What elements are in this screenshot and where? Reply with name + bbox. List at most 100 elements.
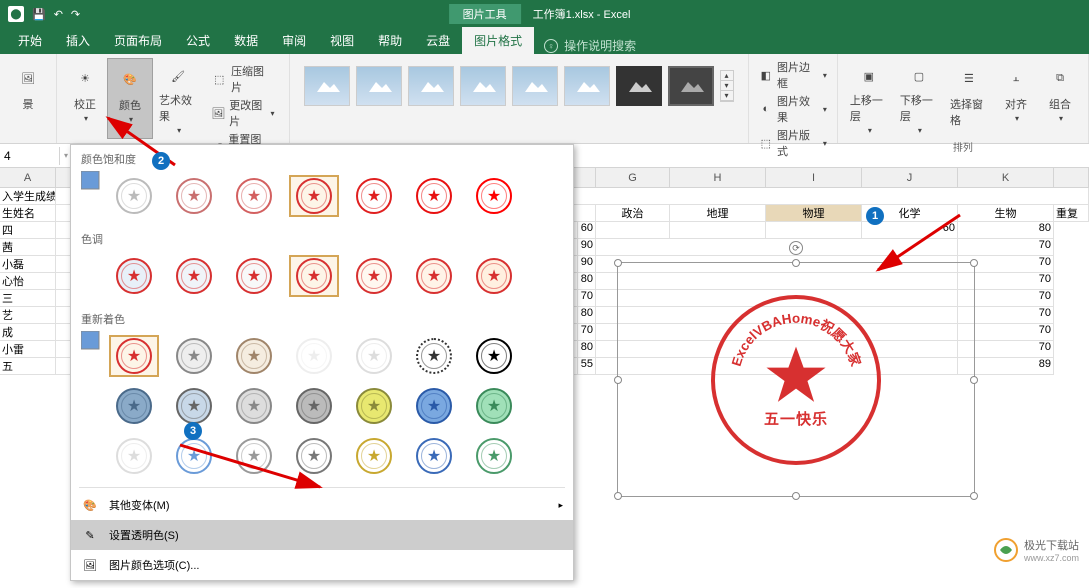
color-option[interactable]: ★ bbox=[289, 335, 339, 377]
color-option[interactable]: ★ bbox=[109, 255, 159, 297]
color-option[interactable]: ★ bbox=[409, 385, 459, 427]
set-transparent-item[interactable]: ✎ 设置透明色(S) bbox=[71, 520, 573, 550]
style-thumb[interactable] bbox=[564, 66, 610, 106]
style-thumb[interactable] bbox=[460, 66, 506, 106]
pic-layout-button[interactable]: ⬚图片版式▾ bbox=[755, 126, 831, 160]
tab-view[interactable]: 视图 bbox=[318, 27, 366, 54]
cell[interactable]: 生物 bbox=[958, 205, 1054, 222]
color-option[interactable]: ★ bbox=[349, 255, 399, 297]
pic-effects-button[interactable]: ◐图片效果▾ bbox=[755, 92, 831, 126]
color-options-item[interactable]: 🖼 图片颜色选项(C)... bbox=[71, 550, 573, 580]
corrections-button[interactable]: ☀ 校正 ▾ bbox=[63, 58, 107, 139]
color-option[interactable]: ★ bbox=[349, 335, 399, 377]
autosave-icon[interactable]: ⬤ bbox=[8, 6, 24, 22]
remove-bg-button[interactable]: 🖼 景 bbox=[6, 58, 50, 139]
gallery-more-button[interactable]: ▴▾▾ bbox=[720, 70, 734, 102]
cell[interactable]: 生姓名 bbox=[0, 205, 56, 222]
group-button[interactable]: ⧉组合▾ bbox=[1038, 58, 1082, 139]
selected-image[interactable]: ⟳ ExcelVBAHome祝愿大家 五一快乐 bbox=[617, 262, 975, 497]
style-thumb[interactable] bbox=[512, 66, 558, 106]
color-option-selected[interactable]: ★ bbox=[289, 175, 339, 217]
color-option[interactable]: ★ bbox=[169, 255, 219, 297]
col-header[interactable]: J bbox=[862, 168, 958, 188]
artistic-button[interactable]: 🖌 艺术效果 ▾ bbox=[153, 58, 203, 139]
color-option[interactable]: ★ bbox=[109, 385, 159, 427]
bring-forward-button[interactable]: ▣上移一层▾ bbox=[844, 58, 894, 139]
color-option[interactable]: ★ bbox=[169, 385, 219, 427]
tab-help[interactable]: 帮助 bbox=[366, 27, 414, 54]
color-option[interactable]: ★ bbox=[469, 385, 519, 427]
color-option[interactable]: ★ bbox=[409, 175, 459, 217]
color-option[interactable]: ★ bbox=[289, 385, 339, 427]
redo-icon[interactable]: ↷ bbox=[71, 8, 80, 21]
resize-handle[interactable] bbox=[614, 492, 622, 500]
color-option[interactable]: ★ bbox=[349, 435, 399, 477]
resize-handle[interactable] bbox=[614, 259, 622, 267]
style-thumb[interactable] bbox=[356, 66, 402, 106]
color-option[interactable]: ★ bbox=[229, 255, 279, 297]
tab-cloud[interactable]: 云盘 bbox=[414, 27, 462, 54]
resize-handle[interactable] bbox=[970, 492, 978, 500]
cell[interactable]: 入学生成绩 bbox=[0, 188, 56, 205]
style-thumb[interactable] bbox=[668, 66, 714, 106]
color-option-selected[interactable]: ★ bbox=[289, 255, 339, 297]
tab-data[interactable]: 数据 bbox=[222, 27, 270, 54]
color-option[interactable]: ★ bbox=[289, 435, 339, 477]
color-option-selected[interactable]: ★ bbox=[109, 335, 159, 377]
style-thumb[interactable] bbox=[616, 66, 662, 106]
resize-handle[interactable] bbox=[970, 376, 978, 384]
color-option[interactable]: ★ bbox=[349, 385, 399, 427]
color-option[interactable]: ★ bbox=[469, 255, 519, 297]
color-option[interactable]: ★ bbox=[169, 175, 219, 217]
color-option[interactable]: ★ bbox=[229, 175, 279, 217]
cell[interactable]: 重复 bbox=[1054, 205, 1089, 222]
style-thumb[interactable] bbox=[304, 66, 350, 106]
picture-styles-gallery[interactable]: ▴▾▾ bbox=[296, 58, 742, 114]
resize-handle[interactable] bbox=[792, 492, 800, 500]
tab-home[interactable]: 开始 bbox=[6, 27, 54, 54]
col-header[interactable]: I bbox=[766, 168, 862, 188]
color-option[interactable]: ★ bbox=[229, 435, 279, 477]
color-option[interactable]: ★ bbox=[469, 175, 519, 217]
color-option[interactable]: ★ bbox=[409, 435, 459, 477]
save-icon[interactable]: 💾 bbox=[32, 8, 46, 21]
resize-handle[interactable] bbox=[614, 376, 622, 384]
color-option[interactable]: ★ bbox=[349, 175, 399, 217]
col-header[interactable]: G bbox=[596, 168, 670, 188]
style-thumb[interactable] bbox=[408, 66, 454, 106]
col-header[interactable]: A bbox=[0, 168, 56, 188]
color-option[interactable]: ★ bbox=[229, 335, 279, 377]
change-pic-button[interactable]: 🖼更改图片▾ bbox=[207, 96, 278, 130]
color-option[interactable]: ★ bbox=[469, 335, 519, 377]
tab-layout[interactable]: 页面布局 bbox=[102, 27, 174, 54]
rotate-handle[interactable]: ⟳ bbox=[789, 241, 803, 255]
col-header[interactable]: K bbox=[958, 168, 1054, 188]
color-option[interactable]: ★ bbox=[169, 435, 219, 477]
pic-border-button[interactable]: ◧图片边框▾ bbox=[755, 58, 831, 92]
selection-pane-button[interactable]: ☰选择窗格 bbox=[944, 58, 994, 139]
tab-insert[interactable]: 插入 bbox=[54, 27, 102, 54]
undo-icon[interactable]: ↶ bbox=[54, 8, 63, 21]
resize-handle[interactable] bbox=[970, 259, 978, 267]
cell[interactable]: 政治 bbox=[596, 205, 670, 222]
color-button[interactable]: 🎨 颜色 ▾ bbox=[107, 58, 153, 139]
col-header[interactable] bbox=[1054, 168, 1089, 188]
name-box[interactable]: 4 bbox=[0, 147, 60, 165]
send-backward-button[interactable]: ▢下移一层▾ bbox=[894, 58, 944, 139]
tab-formula[interactable]: 公式 bbox=[174, 27, 222, 54]
color-option[interactable]: ★ bbox=[469, 435, 519, 477]
cell[interactable]: 地理 bbox=[670, 205, 766, 222]
color-option[interactable]: ★ bbox=[169, 335, 219, 377]
color-option[interactable]: ★ bbox=[409, 255, 459, 297]
more-variants-item[interactable]: 🎨 其他变体(M) ▸ bbox=[71, 490, 573, 520]
color-option[interactable]: ★ bbox=[109, 435, 159, 477]
col-header[interactable]: H bbox=[670, 168, 766, 188]
color-option[interactable]: ★ bbox=[109, 175, 159, 217]
color-option[interactable]: ★ bbox=[409, 335, 459, 377]
tab-review[interactable]: 审阅 bbox=[270, 27, 318, 54]
cell[interactable]: 物理 bbox=[766, 205, 862, 222]
align-button[interactable]: ⫠对齐▾ bbox=[994, 58, 1038, 139]
color-option[interactable]: ★ bbox=[229, 385, 279, 427]
tab-picture-format[interactable]: 图片格式 bbox=[462, 27, 534, 54]
tell-me-search[interactable]: ♀ 操作说明搜索 bbox=[534, 37, 646, 54]
